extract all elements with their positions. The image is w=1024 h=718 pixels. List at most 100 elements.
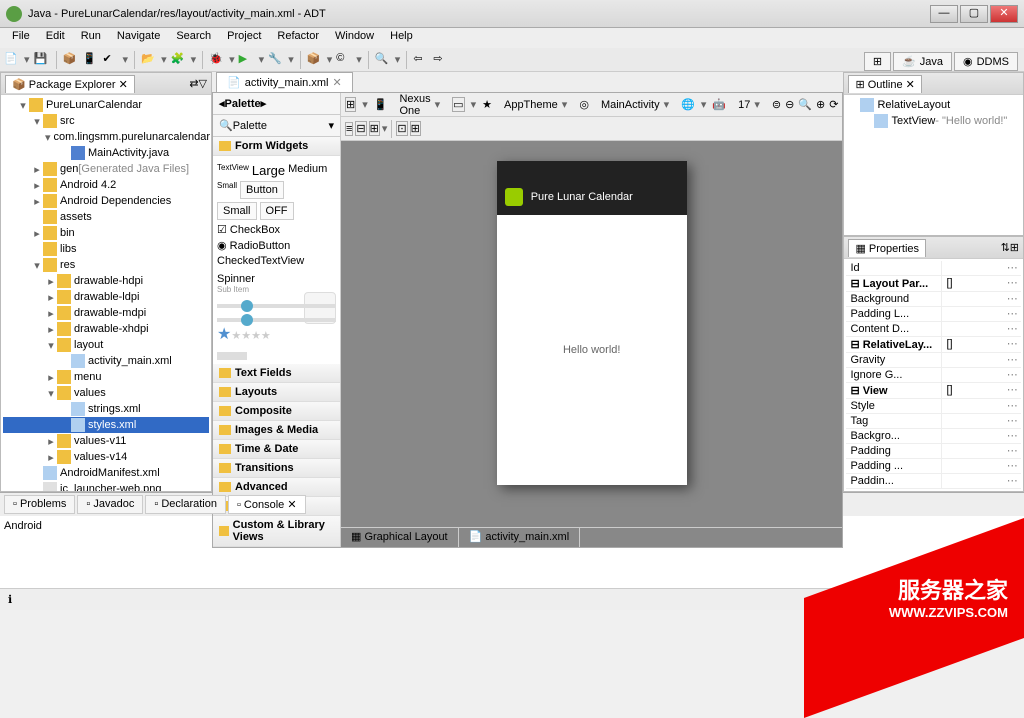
run-icon[interactable]: ▶ [239, 52, 255, 68]
menu-help[interactable]: Help [382, 28, 421, 48]
property-row[interactable]: Background⋯ [846, 292, 1021, 307]
outline-item[interactable]: TextView - "Hello world!" [846, 113, 1021, 129]
property-row[interactable]: Id⋯ [846, 261, 1021, 276]
property-row[interactable]: Paddin...⋯ [846, 474, 1021, 489]
palette-cat[interactable]: Transitions [213, 459, 340, 478]
widget-large[interactable]: Large [252, 163, 285, 178]
save-icon[interactable]: 💾 [34, 52, 50, 68]
property-row[interactable]: ⊟ RelativeLay...[]⋯ [846, 337, 1021, 353]
palette-cat[interactable]: Text Fields [213, 364, 340, 383]
widget-medium[interactable]: Medium [288, 163, 327, 178]
tree-item[interactable]: ▸Android Dependencies [3, 193, 209, 209]
outline-item[interactable]: RelativeLayout [846, 97, 1021, 113]
widget-progressbar[interactable] [217, 352, 247, 360]
new-project-icon[interactable]: 📂 [141, 52, 157, 68]
tree-item[interactable]: ▸menu [3, 369, 209, 385]
properties-tab[interactable]: ▦ Properties [848, 239, 926, 257]
tree-item[interactable]: assets [3, 209, 209, 225]
tree-item[interactable]: ▾com.lingsmm.purelunarcalendar [3, 129, 209, 145]
close-tab-icon[interactable]: ✕ [332, 76, 341, 89]
back-icon[interactable]: ⇦ [413, 52, 429, 68]
tree-item[interactable]: ▸drawable-ldpi [3, 289, 209, 305]
api-selector[interactable]: 17▾ [732, 96, 766, 113]
menu-project[interactable]: Project [219, 28, 269, 48]
menu-edit[interactable]: Edit [38, 28, 73, 48]
zoom-out-icon[interactable]: ⊖ [785, 98, 794, 111]
tree-item[interactable]: libs [3, 241, 209, 257]
palette-dropdown[interactable]: 🔍 Palette ▾ [213, 115, 340, 137]
tree-item[interactable]: ▾values [3, 385, 209, 401]
toggle-icon[interactable]: ⊡ [396, 121, 407, 136]
wizard-icon[interactable]: 🧩 [171, 52, 187, 68]
theme-selector[interactable]: AppTheme▾ [498, 96, 573, 113]
palette-cat[interactable]: Composite [213, 402, 340, 421]
lint-icon[interactable]: ✔ [103, 52, 119, 68]
avd-manager-icon[interactable]: 📱 [83, 52, 99, 68]
device-preview[interactable]: Pure Lunar Calendar Hello world! [497, 161, 687, 485]
property-row[interactable]: Backgro...⋯ [846, 429, 1021, 444]
search-icon[interactable]: 🔍 [375, 52, 391, 68]
widget-checkedtextview[interactable]: CheckedTextView [217, 255, 304, 267]
properties-grid[interactable]: Id⋯⊟ Layout Par...[]⋯Background⋯ Padding … [844, 259, 1023, 491]
property-row[interactable]: Gravity⋯ [846, 353, 1021, 368]
widget-radiobutton[interactable]: ◉ RadioButton [217, 239, 290, 252]
tree-item[interactable]: ic_launcher-web.png [3, 481, 209, 491]
widget-ratingbar[interactable]: ★★★★★ [217, 324, 336, 344]
package-explorer-tree[interactable]: ▾PureLunarCalendar▾src▾com.lingsmm.purel… [1, 95, 211, 491]
widget-small[interactable]: Small [217, 202, 257, 220]
property-row[interactable]: Ignore G...⋯ [846, 368, 1021, 383]
tab-javadoc[interactable]: ▫ Javadoc [77, 495, 143, 514]
tree-item[interactable]: AndroidManifest.xml [3, 465, 209, 481]
tree-item[interactable]: activity_main.xml [3, 353, 209, 369]
widget-button[interactable]: Button [240, 181, 284, 199]
locale-icon[interactable]: 🌐 [681, 98, 695, 111]
editor-tab-activity-main[interactable]: 📄 activity_main.xml ✕ [216, 72, 353, 92]
menu-search[interactable]: Search [168, 28, 219, 48]
property-row[interactable]: ⊟ Layout Par...[]⋯ [846, 276, 1021, 292]
tree-item[interactable]: ▾src [3, 113, 209, 129]
widget-small[interactable]: Small [217, 181, 237, 199]
package-explorer-tab[interactable]: 📦 Package Explorer ✕ [5, 75, 135, 93]
menu-refactor[interactable]: Refactor [269, 28, 327, 48]
zoom-fit-icon[interactable]: 🔍 [798, 98, 812, 111]
config-icon[interactable]: ⊞ [345, 97, 356, 112]
close-button[interactable]: ✕ [990, 5, 1018, 23]
menu-run[interactable]: Run [73, 28, 109, 48]
property-row[interactable]: Tag⋯ [846, 414, 1021, 429]
property-row[interactable]: ⊟ View[]⋯ [846, 383, 1021, 399]
tree-item[interactable]: ▸Android 4.2 [3, 177, 209, 193]
widget-checkbox[interactable]: ☑ CheckBox [217, 223, 280, 236]
tree-item[interactable]: ▸values-v14 [3, 449, 209, 465]
palette-cat[interactable]: Custom & Library Views [213, 516, 340, 547]
property-row[interactable]: Style⋯ [846, 399, 1021, 414]
widget-spinner[interactable]: Spinner Sub Item [217, 273, 336, 294]
new-class-icon[interactable]: © [336, 52, 352, 68]
tab-console[interactable]: ▫ Console ✕ [228, 495, 306, 514]
prop-tool2-icon[interactable]: ⊞ [1010, 241, 1019, 254]
menu-file[interactable]: File [4, 28, 38, 48]
tree-item[interactable]: ▸bin [3, 225, 209, 241]
palette-cat[interactable]: Time & Date [213, 440, 340, 459]
device-selector[interactable]: Nexus One▾ [393, 91, 446, 119]
collapse-icon[interactable]: ▽ [199, 77, 207, 90]
tree-item[interactable]: styles.xml [3, 417, 209, 433]
minimize-button[interactable]: — [930, 5, 958, 23]
open-perspective-button[interactable]: ⊞ [864, 52, 891, 71]
tree-item[interactable]: ▾res [3, 257, 209, 273]
property-row[interactable]: Padding ...⋯ [846, 459, 1021, 474]
outline-tab[interactable]: ⊞ Outline ✕ [848, 75, 921, 93]
tree-item[interactable]: ▸drawable-xhdpi [3, 321, 209, 337]
align3-icon[interactable]: ⊞ [369, 121, 380, 136]
palette-cat[interactable]: Images & Media [213, 421, 340, 440]
debug-icon[interactable]: 🐞 [209, 52, 225, 68]
new-package-icon[interactable]: 📦 [307, 52, 323, 68]
property-row[interactable]: Content D...⋯ [846, 322, 1021, 337]
tab-declaration[interactable]: ▫ Declaration [145, 495, 226, 514]
external-icon[interactable]: 🔧 [268, 52, 284, 68]
toggle2-icon[interactable]: ⊞ [410, 121, 421, 136]
tree-item[interactable]: MainActivity.java [3, 145, 209, 161]
link-icon[interactable]: ⇄ [189, 77, 198, 90]
tab-graphical-layout[interactable]: ▦ Graphical Layout [341, 528, 459, 547]
palette-cat[interactable]: Layouts [213, 383, 340, 402]
refresh-icon[interactable]: ⟳ [829, 98, 838, 111]
